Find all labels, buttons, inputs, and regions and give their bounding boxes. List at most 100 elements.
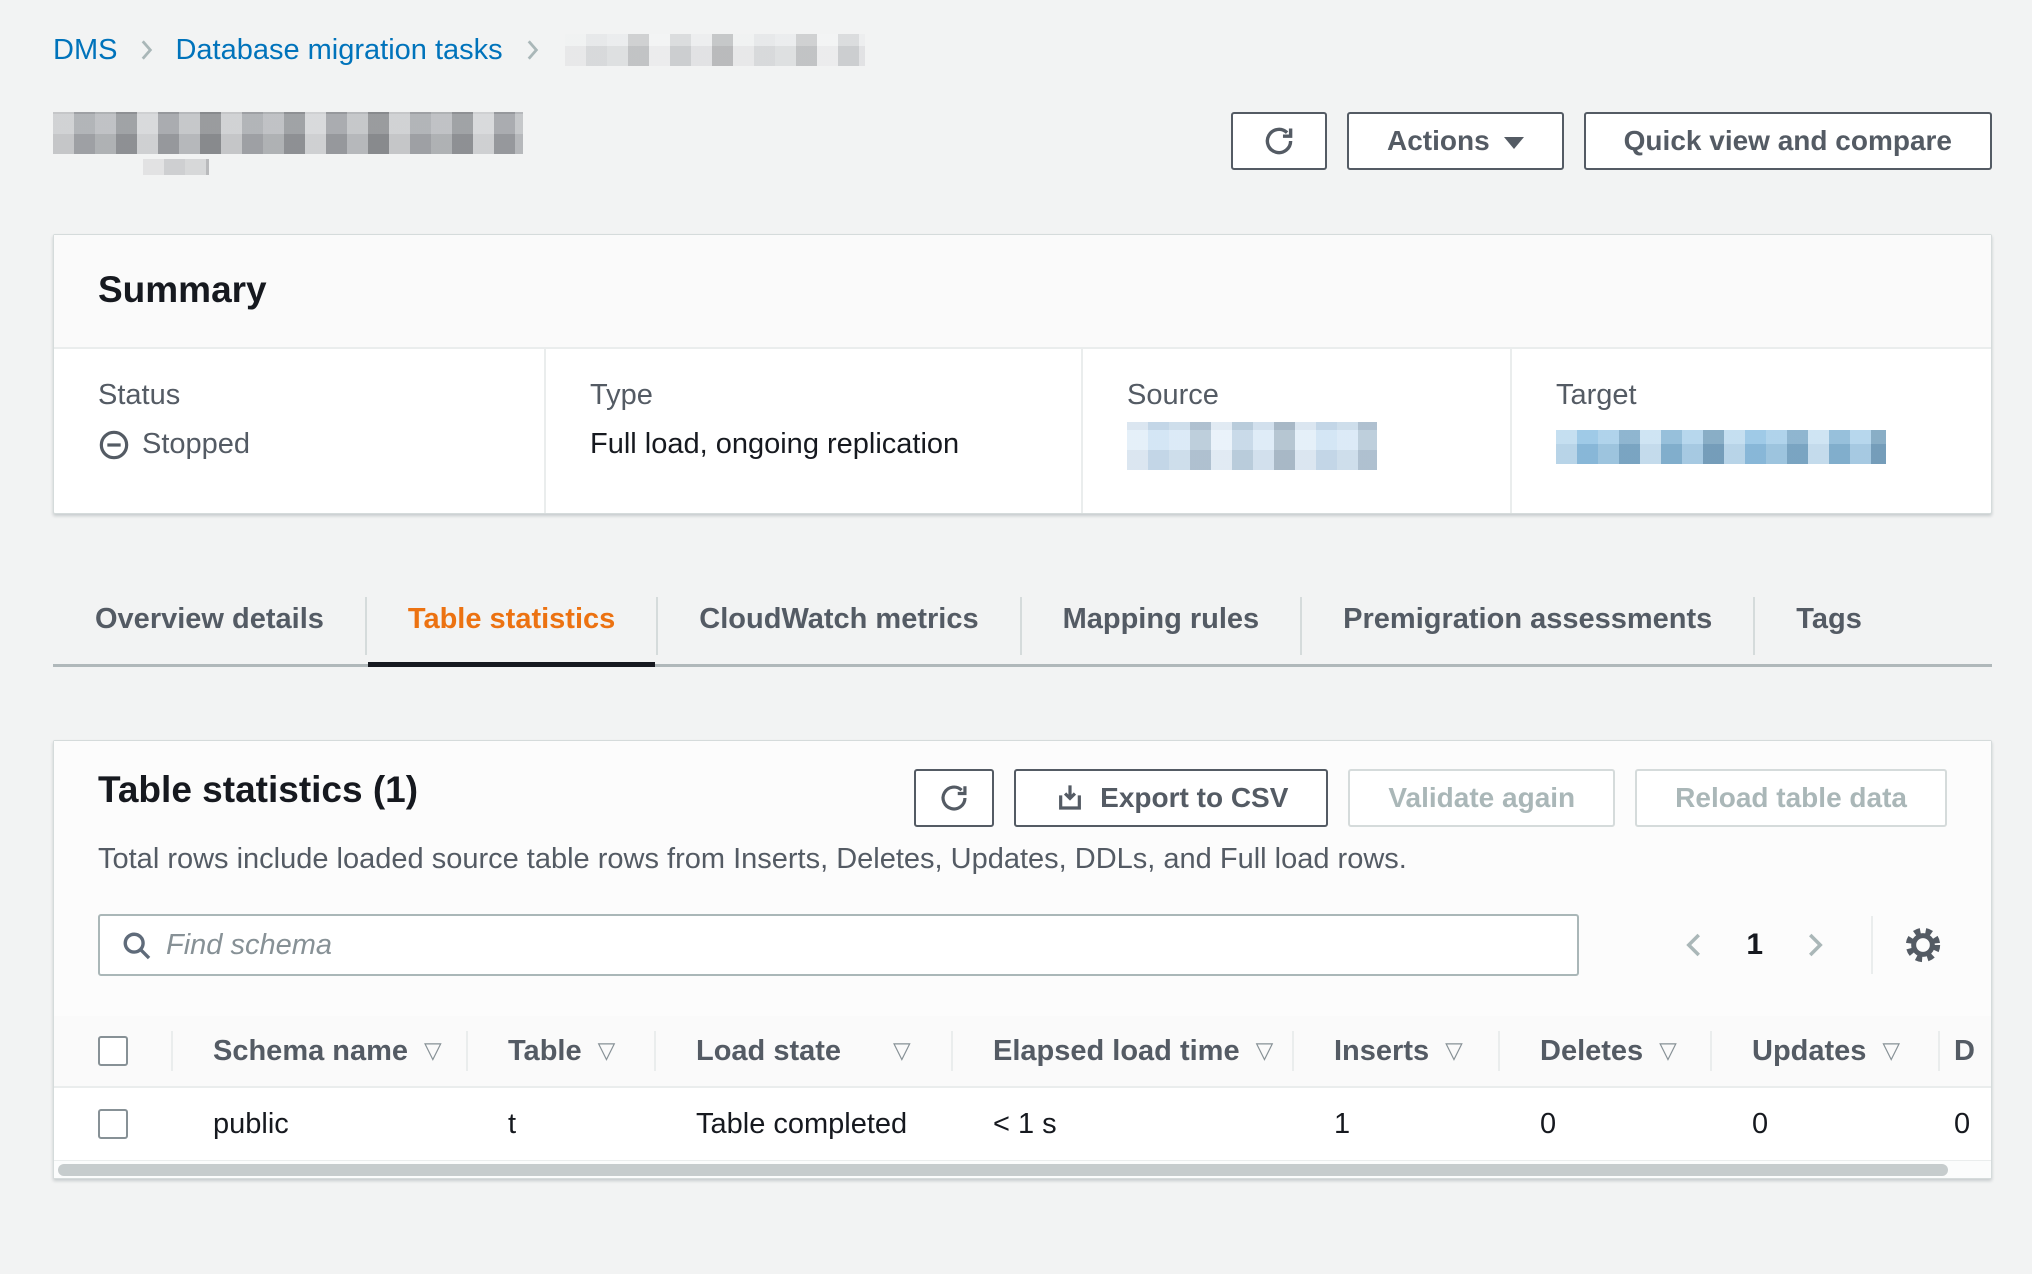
column-header-inserts[interactable]: Inserts ▽ bbox=[1292, 1035, 1498, 1068]
row-checkbox[interactable] bbox=[98, 1109, 128, 1139]
cell-updates: 0 bbox=[1710, 1108, 1938, 1141]
export-label: Export to CSV bbox=[1100, 782, 1288, 814]
cell-table: t bbox=[466, 1108, 654, 1141]
column-header-schema-name[interactable]: Schema name ▽ bbox=[171, 1035, 466, 1068]
column-label: Deletes bbox=[1540, 1035, 1643, 1068]
header-checkbox-cell bbox=[54, 1036, 171, 1066]
reload-label: Reload table data bbox=[1675, 782, 1907, 814]
refresh-button[interactable] bbox=[1231, 112, 1327, 170]
horizontal-scrollbar bbox=[54, 1160, 1991, 1178]
cell-ddl-cutoff: 0 bbox=[1938, 1108, 1991, 1141]
table-statistics-title: Table statistics (1) bbox=[98, 769, 418, 811]
refresh-icon bbox=[938, 782, 970, 814]
actions-label: Actions bbox=[1387, 125, 1490, 157]
type-label: Type bbox=[590, 379, 1081, 412]
breadcrumb-separator-icon bbox=[133, 37, 159, 63]
table-preferences-button[interactable] bbox=[1899, 921, 1947, 969]
search-icon bbox=[120, 929, 154, 968]
summary-target-field: Target bbox=[1510, 349, 1991, 513]
breadcrumb-tasks-link[interactable]: Database migration tasks bbox=[175, 34, 502, 67]
dms-task-page: DMS Database migration tasks Actions bbox=[0, 0, 2032, 1179]
status-value: Stopped bbox=[98, 428, 544, 461]
gear-icon bbox=[1903, 925, 1943, 965]
table-row: public t Table completed < 1 s 1 0 0 0 bbox=[54, 1086, 1991, 1160]
header-actions: Actions Quick view and compare bbox=[1231, 112, 1992, 170]
tab-table-statistics[interactable]: Table statistics bbox=[366, 591, 657, 664]
next-page-button[interactable] bbox=[1789, 924, 1839, 966]
actions-dropdown-button[interactable]: Actions bbox=[1347, 112, 1564, 170]
current-page-button[interactable]: 1 bbox=[1728, 928, 1781, 962]
column-header-ddl-cutoff[interactable]: D bbox=[1938, 1035, 1991, 1068]
table-header-row: Schema name ▽ Table ▽ Load state ▽ Elaps… bbox=[54, 1016, 1991, 1086]
quick-view-compare-button[interactable]: Quick view and compare bbox=[1584, 112, 1992, 170]
column-label: Load state bbox=[696, 1035, 841, 1068]
type-value: Full load, ongoing replication bbox=[590, 428, 1081, 461]
find-schema-input[interactable] bbox=[98, 914, 1579, 976]
tab-premigration-assessments[interactable]: Premigration assessments bbox=[1301, 591, 1754, 664]
chevron-left-icon bbox=[1680, 930, 1710, 960]
sort-icon: ▽ bbox=[1882, 1038, 1900, 1064]
sort-icon: ▽ bbox=[1256, 1038, 1274, 1064]
export-to-csv-button[interactable]: Export to CSV bbox=[1014, 769, 1328, 827]
sort-icon: ▽ bbox=[893, 1038, 911, 1064]
table-statistics-actions: Export to CSV Validate again Reload tabl… bbox=[914, 769, 1947, 827]
redacted-task-name-breadcrumb bbox=[565, 34, 865, 66]
cell-schema-name: public bbox=[171, 1108, 466, 1141]
horizontal-scrollbar-thumb[interactable] bbox=[58, 1164, 1948, 1176]
column-label: Updates bbox=[1752, 1035, 1866, 1068]
column-label: D bbox=[1954, 1035, 1975, 1068]
pagination: 1 bbox=[1670, 916, 1947, 974]
chevron-right-icon bbox=[1799, 930, 1829, 960]
validate-label: Validate again bbox=[1388, 782, 1575, 814]
download-icon bbox=[1054, 782, 1086, 814]
status-text: Stopped bbox=[142, 428, 250, 461]
breadcrumb-dms-link[interactable]: DMS bbox=[53, 34, 117, 67]
tab-overview-details[interactable]: Overview details bbox=[53, 591, 366, 664]
cell-inserts: 1 bbox=[1292, 1108, 1498, 1141]
status-label: Status bbox=[98, 379, 544, 412]
column-label: Inserts bbox=[1334, 1035, 1429, 1068]
tab-tags[interactable]: Tags bbox=[1754, 591, 1904, 664]
redacted-source-endpoint-link bbox=[1127, 422, 1377, 470]
cell-deletes: 0 bbox=[1498, 1108, 1710, 1141]
reload-table-data-button[interactable]: Reload table data bbox=[1635, 769, 1947, 827]
column-header-table[interactable]: Table ▽ bbox=[466, 1035, 654, 1068]
select-all-checkbox[interactable] bbox=[98, 1036, 128, 1066]
tab-mapping-rules[interactable]: Mapping rules bbox=[1021, 591, 1302, 664]
cell-elapsed-load-time: < 1 s bbox=[951, 1108, 1292, 1141]
summary-fields: Status Stopped Type Full load, ongoing r… bbox=[54, 349, 1991, 513]
column-header-deletes[interactable]: Deletes ▽ bbox=[1498, 1035, 1710, 1068]
sort-icon: ▽ bbox=[424, 1038, 442, 1064]
breadcrumb: DMS Database migration tasks bbox=[53, 32, 1992, 68]
table-statistics-table: Schema name ▽ Table ▽ Load state ▽ Elaps… bbox=[54, 1016, 1991, 1178]
refresh-icon bbox=[1262, 124, 1296, 158]
task-tabs: Overview details Table statistics CloudW… bbox=[53, 591, 1992, 667]
summary-status-field: Status Stopped bbox=[54, 349, 544, 513]
redacted-target-endpoint-link bbox=[1556, 430, 1886, 464]
breadcrumb-separator-icon bbox=[519, 37, 545, 63]
page-title-redacted bbox=[53, 112, 523, 175]
column-label: Elapsed load time bbox=[993, 1035, 1240, 1068]
tab-cloudwatch-metrics[interactable]: CloudWatch metrics bbox=[657, 591, 1020, 664]
stopped-status-icon bbox=[98, 429, 130, 461]
summary-panel-header: Summary bbox=[54, 235, 1991, 349]
table-refresh-button[interactable] bbox=[914, 769, 994, 827]
sort-icon: ▽ bbox=[1659, 1038, 1677, 1064]
column-header-load-state[interactable]: Load state ▽ bbox=[654, 1035, 951, 1068]
sort-icon: ▽ bbox=[1445, 1038, 1463, 1064]
validate-again-button[interactable]: Validate again bbox=[1348, 769, 1615, 827]
schema-search bbox=[98, 914, 1579, 976]
previous-page-button[interactable] bbox=[1670, 924, 1720, 966]
column-header-elapsed-load-time[interactable]: Elapsed load time ▽ bbox=[951, 1035, 1292, 1068]
summary-source-field: Source bbox=[1081, 349, 1510, 513]
page-header: Actions Quick view and compare bbox=[53, 112, 1992, 175]
source-label: Source bbox=[1127, 379, 1510, 412]
column-header-updates[interactable]: Updates ▽ bbox=[1710, 1035, 1938, 1068]
summary-type-field: Type Full load, ongoing replication bbox=[544, 349, 1081, 513]
cell-load-state: Table completed bbox=[654, 1108, 951, 1141]
target-label: Target bbox=[1556, 379, 1991, 412]
quick-view-label: Quick view and compare bbox=[1624, 125, 1952, 157]
column-label: Schema name bbox=[213, 1035, 408, 1068]
row-checkbox-cell bbox=[54, 1109, 171, 1139]
pager-divider bbox=[1871, 916, 1873, 974]
